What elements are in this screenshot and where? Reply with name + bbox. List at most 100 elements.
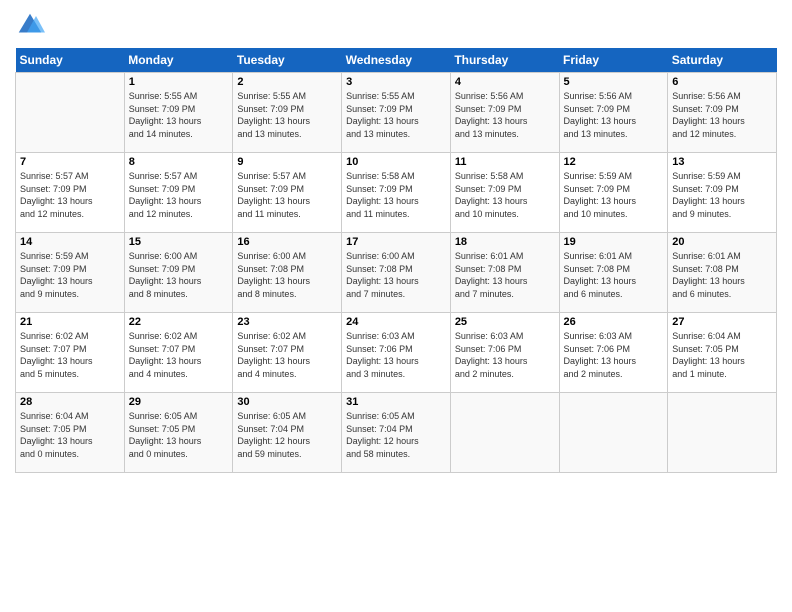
calendar-cell: 9Sunrise: 5:57 AMSunset: 7:09 PMDaylight…	[233, 153, 342, 233]
calendar-cell: 25Sunrise: 6:03 AMSunset: 7:06 PMDayligh…	[450, 313, 559, 393]
daylight-minutes: and 8 minutes.	[129, 288, 229, 301]
day-number: 14	[20, 236, 120, 248]
sunset-text: Sunset: 7:09 PM	[20, 183, 120, 196]
sunrise-text: Sunrise: 5:57 AM	[20, 170, 120, 183]
day-info: Sunrise: 5:55 AMSunset: 7:09 PMDaylight:…	[346, 90, 446, 140]
day-info: Sunrise: 6:01 AMSunset: 7:08 PMDaylight:…	[564, 250, 664, 300]
day-info: Sunrise: 5:57 AMSunset: 7:09 PMDaylight:…	[20, 170, 120, 220]
day-info: Sunrise: 6:05 AMSunset: 7:04 PMDaylight:…	[237, 410, 337, 460]
sunrise-text: Sunrise: 5:57 AM	[129, 170, 229, 183]
day-number: 16	[237, 236, 337, 248]
daylight-hours: Daylight: 13 hours	[672, 355, 772, 368]
day-number: 3	[346, 76, 446, 88]
daylight-hours: Daylight: 13 hours	[237, 355, 337, 368]
sunrise-text: Sunrise: 6:02 AM	[20, 330, 120, 343]
day-number: 17	[346, 236, 446, 248]
daylight-hours: Daylight: 13 hours	[346, 355, 446, 368]
sunrise-text: Sunrise: 6:03 AM	[455, 330, 555, 343]
day-info: Sunrise: 6:03 AMSunset: 7:06 PMDaylight:…	[564, 330, 664, 380]
calendar-cell: 4 Sunrise: 5:56 AMSunset: 7:09 PMDaylight…	[450, 73, 559, 153]
daylight-minutes: and 4 minutes.	[129, 368, 229, 381]
daylight-hours: Daylight: 13 hours	[455, 275, 555, 288]
day-info: Sunrise: 6:05 AMSunset: 7:05 PMDaylight:…	[129, 410, 229, 460]
day-number: 1	[129, 76, 229, 88]
daylight-hours: Daylight: 13 hours	[346, 195, 446, 208]
day-number: 22	[129, 316, 229, 328]
day-info: Sunrise: 5:58 AMSunset: 7:09 PMDaylight:…	[455, 170, 555, 220]
day-info: Sunrise: 6:00 AMSunset: 7:08 PMDaylight:…	[346, 250, 446, 300]
sunset-text: Sunset: 7:09 PM	[455, 103, 555, 116]
sunset-text: Sunset: 7:07 PM	[129, 343, 229, 356]
day-info: Sunrise: 6:01 AMSunset: 7:08 PMDaylight:…	[672, 250, 772, 300]
daylight-minutes: and 58 minutes.	[346, 448, 446, 461]
day-number: 28	[20, 396, 120, 408]
calendar-cell: 13Sunrise: 5:59 AMSunset: 7:09 PMDayligh…	[668, 153, 777, 233]
calendar-cell: 28 Sunrise: 6:04 AMSunset: 7:05 PMDayligh…	[16, 393, 125, 473]
sunset-text: Sunset: 7:09 PM	[237, 103, 337, 116]
daylight-hours: Daylight: 13 hours	[564, 115, 664, 128]
day-number: 30	[237, 396, 337, 408]
daylight-hours: Daylight: 13 hours	[129, 435, 229, 448]
day-info: Sunrise: 5:57 AMSunset: 7:09 PMDaylight:…	[129, 170, 229, 220]
day-number: 5	[564, 76, 664, 88]
daylight-minutes: and 13 minutes.	[564, 128, 664, 141]
day-number: 13	[672, 156, 772, 168]
day-info: Sunrise: 5:56 AMSunset: 7:09 PMDaylight:…	[672, 90, 772, 140]
daylight-minutes: and 12 minutes.	[129, 208, 229, 221]
day-info: Sunrise: 6:02 AMSunset: 7:07 PMDaylight:…	[237, 330, 337, 380]
calendar-cell	[559, 393, 668, 473]
calendar-cell: 20Sunrise: 6:01 AMSunset: 7:08 PMDayligh…	[668, 233, 777, 313]
page-container: SundayMondayTuesdayWednesdayThursdayFrid…	[0, 0, 792, 483]
daylight-hours: Daylight: 13 hours	[455, 115, 555, 128]
calendar-cell: 16Sunrise: 6:00 AMSunset: 7:08 PMDayligh…	[233, 233, 342, 313]
sunrise-text: Sunrise: 6:05 AM	[129, 410, 229, 423]
sunrise-text: Sunrise: 5:56 AM	[672, 90, 772, 103]
day-header-friday: Friday	[559, 48, 668, 73]
sunrise-text: Sunrise: 6:02 AM	[129, 330, 229, 343]
daylight-hours: Daylight: 13 hours	[129, 195, 229, 208]
day-number: 10	[346, 156, 446, 168]
daylight-minutes: and 14 minutes.	[129, 128, 229, 141]
day-header-saturday: Saturday	[668, 48, 777, 73]
calendar-table: SundayMondayTuesdayWednesdayThursdayFrid…	[15, 48, 777, 473]
week-row-1: 1 Sunrise: 5:55 AMSunset: 7:09 PMDaylight…	[16, 73, 777, 153]
day-number: 27	[672, 316, 772, 328]
day-info: Sunrise: 5:58 AMSunset: 7:09 PMDaylight:…	[346, 170, 446, 220]
daylight-hours: Daylight: 13 hours	[564, 355, 664, 368]
sunset-text: Sunset: 7:07 PM	[237, 343, 337, 356]
daylight-hours: Daylight: 13 hours	[455, 355, 555, 368]
sunrise-text: Sunrise: 5:59 AM	[672, 170, 772, 183]
daylight-hours: Daylight: 12 hours	[346, 435, 446, 448]
sunset-text: Sunset: 7:09 PM	[129, 263, 229, 276]
daylight-minutes: and 7 minutes.	[346, 288, 446, 301]
daylight-minutes: and 8 minutes.	[237, 288, 337, 301]
daylight-minutes: and 11 minutes.	[237, 208, 337, 221]
sunrise-text: Sunrise: 6:05 AM	[346, 410, 446, 423]
day-number: 6	[672, 76, 772, 88]
calendar-cell	[16, 73, 125, 153]
daylight-hours: Daylight: 13 hours	[237, 195, 337, 208]
calendar-cell: 10 Sunrise: 5:58 AMSunset: 7:09 PMDayligh…	[342, 153, 451, 233]
sunset-text: Sunset: 7:05 PM	[20, 423, 120, 436]
day-info: Sunrise: 6:01 AMSunset: 7:08 PMDaylight:…	[455, 250, 555, 300]
logo	[15, 10, 47, 40]
sunrise-text: Sunrise: 6:02 AM	[237, 330, 337, 343]
sunset-text: Sunset: 7:09 PM	[129, 103, 229, 116]
day-number: 4	[455, 76, 555, 88]
sunset-text: Sunset: 7:06 PM	[346, 343, 446, 356]
sunrise-text: Sunrise: 5:56 AM	[455, 90, 555, 103]
day-header-thursday: Thursday	[450, 48, 559, 73]
daylight-minutes: and 59 minutes.	[237, 448, 337, 461]
calendar-cell: 24Sunrise: 6:03 AMSunset: 7:06 PMDayligh…	[342, 313, 451, 393]
sunset-text: Sunset: 7:06 PM	[455, 343, 555, 356]
day-number: 12	[564, 156, 664, 168]
day-info: Sunrise: 6:04 AMSunset: 7:05 PMDaylight:…	[20, 410, 120, 460]
daylight-minutes: and 12 minutes.	[20, 208, 120, 221]
daylight-minutes: and 2 minutes.	[455, 368, 555, 381]
daylight-hours: Daylight: 13 hours	[672, 275, 772, 288]
week-row-3: 14Sunrise: 5:59 AMSunset: 7:09 PMDayligh…	[16, 233, 777, 313]
calendar-cell: 12Sunrise: 5:59 AMSunset: 7:09 PMDayligh…	[559, 153, 668, 233]
daylight-minutes: and 7 minutes.	[455, 288, 555, 301]
daylight-hours: Daylight: 12 hours	[237, 435, 337, 448]
day-number: 8	[129, 156, 229, 168]
